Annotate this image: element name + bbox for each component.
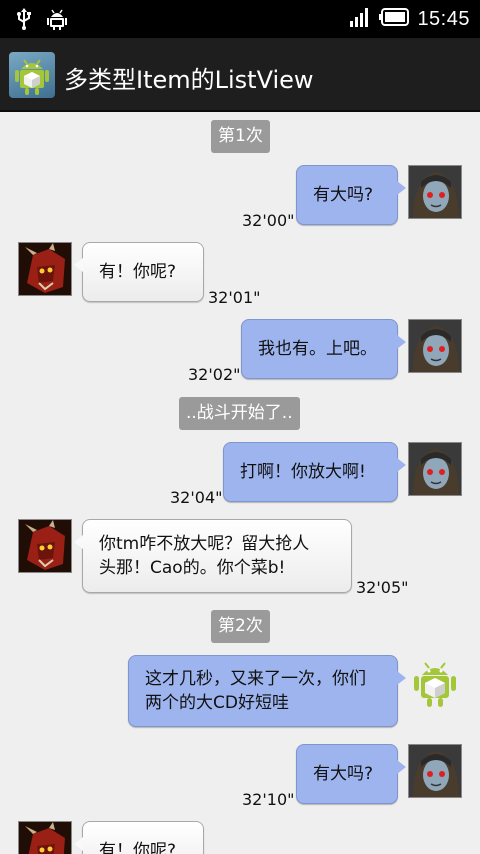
message-time: 32'00" [242, 211, 295, 230]
android-box-icon[interactable] [9, 52, 55, 98]
message-text: 打啊！你放大啊! [240, 462, 366, 482]
girl-avatar[interactable] [408, 319, 462, 373]
message-text: 有大吗? [313, 764, 374, 784]
message-bubble-right[interactable]: 有大吗? [296, 165, 406, 225]
girl-avatar[interactable] [408, 442, 462, 496]
message-text-line: 头那！Cao的。你个菜b! [99, 558, 286, 578]
signal-icon [349, 6, 371, 32]
message-time: 32'10" [242, 790, 295, 809]
message-bubble-left[interactable]: 有！你呢? [74, 242, 204, 302]
clock: 15:45 [417, 7, 470, 30]
message-bubble-right[interactable]: 我也有。上吧。 [241, 319, 406, 379]
girl-avatar[interactable] [408, 165, 462, 219]
message-text: 有大吗? [313, 185, 374, 205]
message-time: 32'05" [356, 578, 409, 597]
session-divider: ..战斗开始了.. [179, 397, 300, 430]
message-text: 有！你呢? [99, 841, 177, 854]
message-bubble-left[interactable]: 你tm咋不放大呢？留大抢人 头那！Cao的。你个菜b! [74, 519, 352, 593]
session-divider: 第2次 [211, 610, 270, 643]
message-bubble-right[interactable]: 这才几秒，又来了一次，你们 两个的大CD好短哇 [128, 655, 406, 727]
message-bubble-left[interactable]: 有！你呢? [74, 821, 204, 854]
usb-icon [16, 8, 32, 30]
orc-avatar[interactable] [18, 821, 72, 854]
message-bubble-right[interactable]: 打啊！你放大啊! [223, 442, 406, 502]
message-time: 32'01" [208, 288, 261, 307]
girl-avatar[interactable] [408, 744, 462, 798]
message-text: 我也有。上吧。 [258, 339, 377, 359]
status-bar: 15:45 [0, 0, 480, 38]
message-time: 32'02" [188, 365, 241, 384]
message-text: 有！你呢? [99, 262, 177, 282]
message-text-line: 这才几秒，又来了一次，你们 [145, 669, 366, 689]
session-divider: 第1次 [211, 120, 270, 153]
message-time: 32'04" [170, 488, 223, 507]
action-bar: 多类型Item的ListView [0, 38, 480, 112]
orc-avatar[interactable] [18, 242, 72, 296]
message-text-line: 两个的大CD好短哇 [145, 693, 289, 713]
orc-avatar[interactable] [18, 519, 72, 573]
android-debug-icon [46, 8, 68, 30]
chat-list[interactable]: 第1次 有大吗? 32'00" 有！你呢? 32'01" 我也有。上吧。 32'… [0, 113, 480, 854]
message-bubble-right[interactable]: 有大吗? [296, 744, 406, 804]
message-text-line: 你tm咋不放大呢？留大抢人 [99, 534, 310, 554]
page-title: 多类型Item的ListView [64, 66, 314, 94]
battery-icon [379, 8, 410, 30]
android-avatar[interactable] [408, 655, 462, 709]
